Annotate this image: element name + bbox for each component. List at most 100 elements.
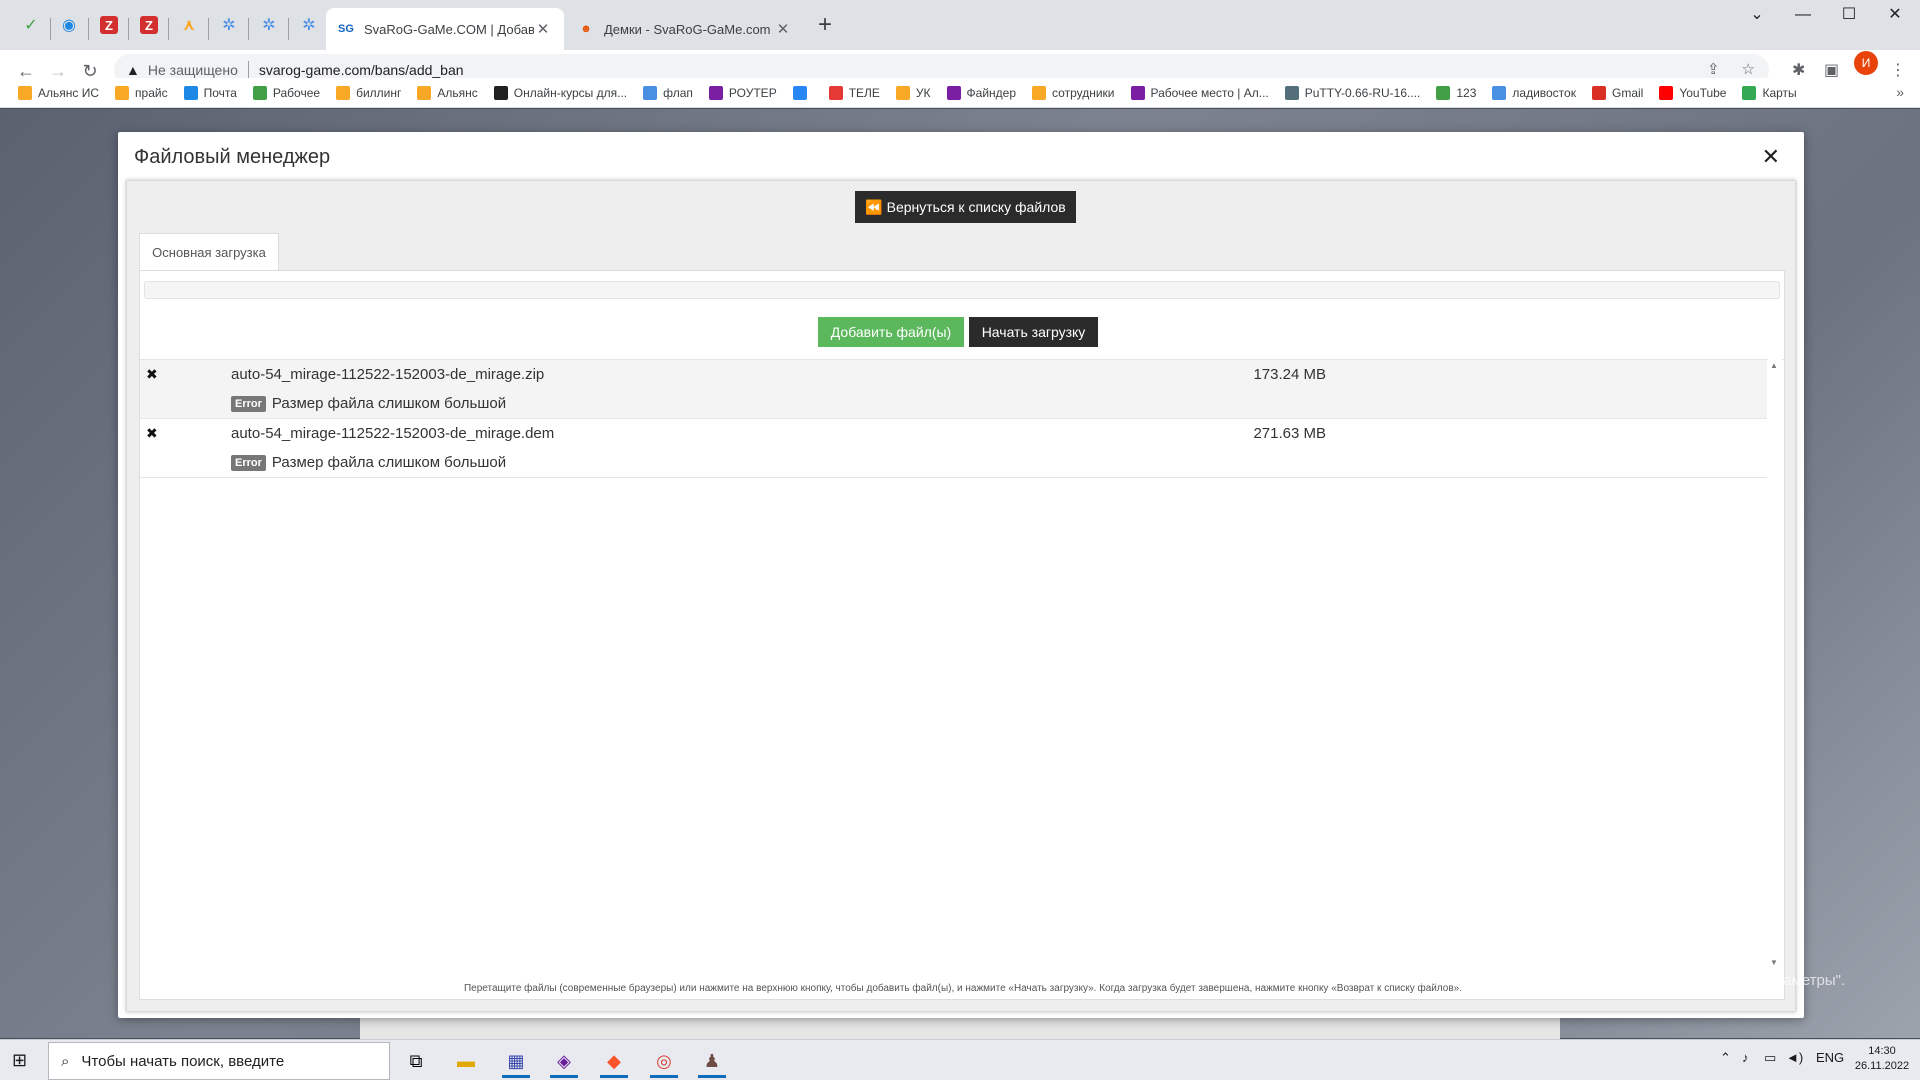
bookmark-label: Альянс ИС [38, 85, 100, 100]
profile-avatar[interactable]: И [1854, 51, 1878, 75]
bookmark-item[interactable]: Альянс [417, 85, 478, 100]
chrome-icon[interactable]: ◎ [644, 1044, 684, 1078]
volume-icon[interactable]: ◄) [1786, 1050, 1803, 1065]
remove-file-icon[interactable]: ✖ [146, 425, 158, 442]
remote-desktop-icon[interactable]: ▦ [496, 1044, 536, 1078]
pinned-tab[interactable]: ◉ [50, 10, 88, 40]
new-tab-button[interactable]: + [811, 12, 839, 40]
bookmarks-overflow-icon[interactable]: » [1896, 84, 1904, 100]
modal-close-icon[interactable]: ✕ [1762, 144, 1780, 170]
start-upload-button[interactable]: Начать загрузку [969, 317, 1098, 347]
bookmark-item[interactable]: флап [643, 85, 693, 100]
bookmark-item[interactable]: УК [895, 85, 931, 100]
alliance-logo-icon [417, 85, 432, 100]
back-to-files-button[interactable]: ⏪ Вернуться к списку файлов [855, 191, 1076, 223]
taskbar-search[interactable]: ⌕ Чтобы начать поиск, введите [48, 1042, 390, 1080]
z-logo-icon: Z [140, 16, 158, 34]
messenger-icon[interactable]: ◈ [544, 1044, 584, 1078]
extensions-icon[interactable]: ✱ [1792, 60, 1805, 80]
bookmark-item[interactable]: сотрудники [1032, 85, 1115, 100]
pinned-tab[interactable]: ✲ [250, 10, 288, 40]
bookmark-item[interactable]: биллинг [336, 85, 401, 100]
file-size: 271.63 MB [1253, 425, 1326, 442]
svarog-favicon: SG [338, 23, 354, 35]
chromium-icon [1492, 85, 1507, 100]
pinned-tab[interactable]: Z [130, 10, 168, 40]
remove-file-icon[interactable]: ✖ [146, 366, 158, 383]
security-label[interactable]: Не защищено [148, 62, 238, 78]
tab-separator [128, 18, 129, 40]
chromium-icon: ✲ [222, 17, 236, 34]
chromium-icon: ✲ [262, 17, 276, 34]
bookmark-item[interactable]: РОУТЕР [708, 85, 777, 100]
bookmark-item[interactable]: Почта [183, 85, 237, 100]
bookmark-item[interactable]: Рабочее место | Ал... [1130, 85, 1269, 100]
language-indicator[interactable]: ENG [1816, 1050, 1844, 1065]
file-error: Error Размер файла слишком большой [231, 454, 506, 471]
file-list: ✖ auto-54_mirage-112522-152003-de_mirage… [140, 359, 1784, 969]
bookmark-item[interactable]: Карты [1742, 85, 1797, 100]
warning-icon[interactable]: ▲ [126, 62, 140, 78]
bookmark-star-icon[interactable]: ☆ [1742, 60, 1755, 78]
tab-search-icon[interactable]: ⌄ [1734, 0, 1780, 32]
tab-separator [88, 18, 89, 40]
add-files-button[interactable]: Добавить файл(ы) [818, 317, 964, 347]
task-view-icon[interactable]: ⧉ [396, 1044, 436, 1078]
bookmark-item[interactable]: Рабочее [252, 85, 320, 100]
scroll-down-icon[interactable]: ▼ [1770, 958, 1778, 967]
file-list-scrollbar[interactable]: ▲ ▼ [1768, 359, 1782, 969]
alliance-logo-icon [18, 85, 32, 100]
bookmark-item[interactable] [792, 85, 813, 100]
pinned-tab[interactable]: ✓ [12, 10, 50, 40]
phone-icon [1130, 85, 1145, 100]
scroll-up-icon[interactable]: ▲ [1770, 361, 1778, 370]
counter-strike-icon[interactable]: ♟ [692, 1044, 732, 1078]
network-icon[interactable]: ▭ [1764, 1050, 1776, 1066]
maximize-button[interactable]: ☐ [1826, 0, 1872, 32]
menu-kebab-icon[interactable]: ⋮ [1890, 60, 1906, 80]
file-explorer-icon[interactable]: ▬ [446, 1044, 486, 1078]
tab-demki[interactable]: ☻ Демки - SvaRoG-GaMe.com ✕ [566, 8, 804, 50]
bookmark-label: Gmail [1611, 85, 1644, 100]
bookmark-item[interactable]: Gmail [1591, 85, 1644, 100]
window-close-button[interactable]: ✕ [1872, 0, 1918, 32]
pinned-tab[interactable]: ✲ [290, 10, 328, 40]
minimize-button[interactable]: — [1780, 0, 1826, 32]
close-tab-icon[interactable]: ✕ [534, 20, 552, 38]
bookmark-item[interactable]: PuTTY-0.66-RU-16.... [1284, 85, 1420, 100]
bookmark-item[interactable]: ладивосток [1492, 85, 1576, 100]
brave-browser-icon[interactable]: ◆ [594, 1044, 634, 1078]
file-manager-body: ⏪ Вернуться к списку файлов Основная заг… [126, 180, 1796, 1012]
bookmark-item[interactable]: 123 [1436, 85, 1476, 100]
tray-overflow-icon[interactable]: ⌃ [1720, 1050, 1731, 1066]
gmail-icon [1591, 85, 1606, 100]
tab-main-upload[interactable]: Основная загрузка [139, 233, 279, 271]
chromium-icon [643, 85, 658, 100]
bookmark-item[interactable]: YouTube [1659, 85, 1726, 100]
system-clock[interactable]: 14:30 26.11.2022 [1850, 1044, 1914, 1074]
alliance-logo-icon [708, 85, 723, 100]
leaf-icon [252, 85, 267, 100]
file-size: 173.24 MB [1253, 366, 1326, 383]
alliance-logo-icon [115, 85, 130, 100]
bookmark-label: Онлайн-курсы для... [513, 85, 628, 100]
upload-panel: Добавить файл(ы) Начать загрузку ✖ auto-… [139, 270, 1785, 1000]
url-text[interactable]: svarog-game.com/bans/add_ban [259, 62, 464, 78]
windows-start-icon[interactable]: ⊞ [12, 1050, 27, 1071]
pinned-tab[interactable]: ✲ [210, 10, 248, 40]
alliance-logo-icon [895, 85, 910, 100]
share-icon[interactable]: ⇪ [1707, 60, 1720, 78]
bookmark-item[interactable]: Альянс ИС [18, 85, 100, 100]
side-panel-icon[interactable]: ▣ [1824, 60, 1839, 80]
bookmark-item[interactable]: прайс [115, 85, 168, 100]
microphone-icon[interactable]: ♪ [1742, 1050, 1749, 1065]
clock-date: 26.11.2022 [1854, 1060, 1910, 1072]
bookmark-item[interactable]: Онлайн-курсы для... [493, 85, 628, 100]
bookmark-label: Карты [1762, 85, 1797, 100]
bookmark-item[interactable]: ТЕЛЕ [828, 85, 880, 100]
pinned-tab[interactable]: Z [90, 10, 128, 40]
pinned-tab[interactable]: ⋏ [170, 10, 208, 40]
close-tab-icon[interactable]: ✕ [774, 20, 792, 38]
bookmark-item[interactable]: Файндер [946, 85, 1016, 100]
tab-svarog-add-ban[interactable]: SG SvaRoG-GaMe.COM | Добавлен ✕ [326, 8, 564, 50]
